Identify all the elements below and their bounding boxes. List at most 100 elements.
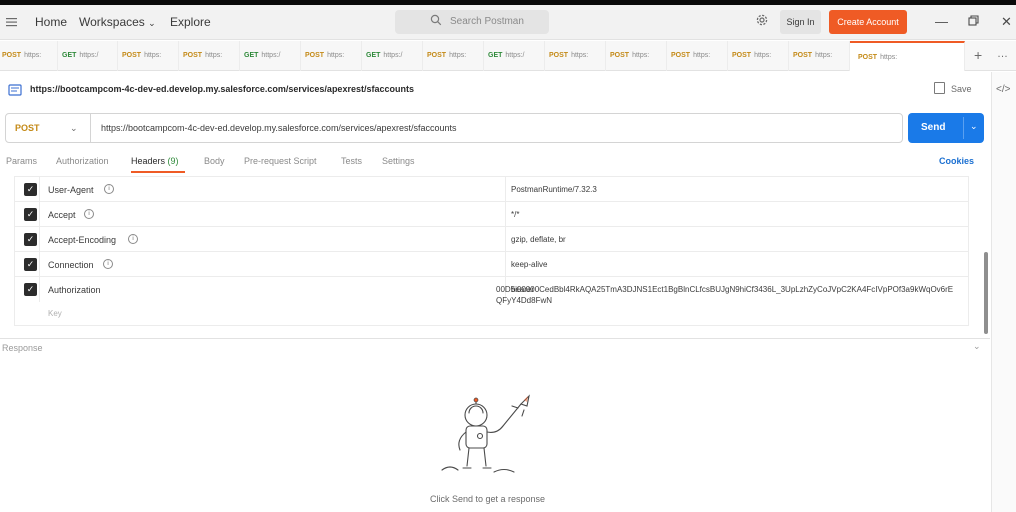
tab-method: POST <box>610 52 630 59</box>
tab-label: https: <box>880 54 898 61</box>
request-tab[interactable]: GET https:/ <box>240 41 301 71</box>
tab-method: GET <box>244 52 259 59</box>
new-key-placeholder[interactable]: Key <box>48 309 62 318</box>
minimize-icon[interactable]: — <box>935 14 948 29</box>
column-divider <box>39 177 40 202</box>
header-value[interactable]: gzip, deflate, br <box>511 235 566 244</box>
header-key[interactable]: User-Agent <box>48 185 94 195</box>
ellipsis-icon[interactable]: … <box>997 48 1008 60</box>
method-select[interactable]: POST ⌄ <box>6 114 91 142</box>
request-tab[interactable]: GET https:/ <box>484 41 545 71</box>
column-divider <box>39 277 40 302</box>
checkbox[interactable]: ✓ <box>24 183 37 196</box>
tab-method: POST <box>305 52 325 59</box>
scrollbar[interactable] <box>984 252 988 334</box>
request-tab[interactable]: POST https: <box>118 41 179 71</box>
method-label: POST <box>15 123 40 133</box>
header-key[interactable]: Accept-Encoding <box>48 235 116 245</box>
send-button[interactable]: Send ⌄ <box>908 113 984 143</box>
header-key[interactable]: Connection <box>48 260 94 270</box>
tab-label: https: <box>205 52 223 59</box>
header-value[interactable]: */* <box>511 210 519 219</box>
tab-method: POST <box>671 52 691 59</box>
tab-pre-request-script[interactable]: Pre-request Script <box>244 156 317 166</box>
request-tab-strip: POST https: GET https:/ POST https: POST htt… <box>0 41 1016 71</box>
hamburger-icon[interactable] <box>6 14 18 30</box>
tab-headers[interactable]: Headers (9) <box>131 156 179 166</box>
tab-headers-label: Headers <box>131 156 166 166</box>
sign-in-button[interactable]: Sign In <box>780 10 821 34</box>
request-tab[interactable]: POST https: <box>545 41 606 71</box>
info-icon[interactable]: i <box>104 184 114 194</box>
cookies-link[interactable]: Cookies <box>939 156 974 166</box>
request-tab[interactable]: POST https: <box>301 41 362 71</box>
request-tab-active[interactable]: POST https: <box>850 41 965 71</box>
checkbox[interactable]: ✓ <box>24 258 37 271</box>
request-tab[interactable]: POST https: <box>667 41 728 71</box>
table-row: ✓ Connection i keep-alive <box>15 252 968 277</box>
checkbox[interactable]: ✓ <box>24 233 37 246</box>
url-input[interactable] <box>101 114 891 142</box>
tab-body[interactable]: Body <box>204 156 225 166</box>
header-value[interactable]: keep-alive <box>511 260 547 269</box>
column-divider <box>39 227 40 252</box>
tab-settings[interactable]: Settings <box>382 156 415 166</box>
bearer-token-value[interactable]: 00D5i00000CedBbl4RkAQA25TmA3DJNS1Ect1BgB… <box>496 284 958 306</box>
tab-label: https: <box>693 52 711 59</box>
url-bar: POST ⌄ <box>5 113 903 143</box>
column-divider <box>505 252 506 277</box>
request-tab[interactable]: POST https: <box>606 41 667 71</box>
tab-tests[interactable]: Tests <box>341 156 362 166</box>
request-tab[interactable]: POST https: <box>423 41 484 71</box>
header-value[interactable]: PostmanRuntime/7.32.3 <box>511 185 597 194</box>
tab-label: https:/ <box>505 52 525 59</box>
tab-params[interactable]: Params <box>6 156 37 166</box>
chevron-down-icon[interactable]: ⌄ <box>970 121 978 132</box>
tab-label: https: <box>144 52 162 59</box>
save-icon[interactable] <box>934 82 945 94</box>
request-tab[interactable]: POST https: <box>179 41 240 71</box>
create-account-button[interactable]: Create Account <box>829 10 907 34</box>
tab-label: https: <box>754 52 772 59</box>
request-tab[interactable]: GET https:/ <box>362 41 423 71</box>
search-placeholder: Search Postman <box>450 16 524 27</box>
plus-icon[interactable]: + <box>974 47 982 63</box>
restore-icon[interactable] <box>968 14 979 29</box>
http-request-icon <box>8 83 22 96</box>
tab-authorization[interactable]: Authorization <box>56 156 109 166</box>
column-divider <box>505 177 506 202</box>
tab-label: https: <box>449 52 467 59</box>
table-row: ✓ User-Agent i PostmanRuntime/7.32.3 <box>15 177 968 202</box>
code-icon[interactable]: </> <box>996 84 1010 95</box>
nav-workspaces[interactable]: Workspaces ⌄ <box>79 15 156 29</box>
tab-label: https:/ <box>261 52 281 59</box>
close-icon[interactable]: ✕ <box>1001 14 1012 30</box>
request-tab[interactable]: GET https:/ <box>58 41 118 71</box>
column-divider <box>39 202 40 227</box>
tab-method: POST <box>183 52 203 59</box>
request-tab[interactable]: POST https: <box>728 41 789 71</box>
header-key[interactable]: Accept <box>48 210 76 220</box>
tab-method: POST <box>732 52 752 59</box>
checkbox[interactable]: ✓ <box>24 208 37 221</box>
chevron-down-icon[interactable]: ⌄ <box>973 341 981 352</box>
table-row: ✓ Accept-Encoding i gzip, deflate, br <box>15 227 968 252</box>
request-tab[interactable]: POST https: <box>0 41 58 71</box>
headers-count-badge: (9) <box>167 156 179 166</box>
response-label: Response <box>2 343 43 353</box>
info-icon[interactable]: i <box>84 209 94 219</box>
request-tab[interactable]: POST https: <box>789 41 850 71</box>
search-bar[interactable]: Search Postman <box>395 10 549 34</box>
tab-label: https: <box>632 52 650 59</box>
save-button[interactable]: Save <box>951 84 972 94</box>
response-divider <box>0 338 990 358</box>
header-key[interactable]: Authorization <box>48 285 101 295</box>
info-icon[interactable]: i <box>103 259 113 269</box>
info-icon[interactable]: i <box>128 234 138 244</box>
nav-explore[interactable]: Explore <box>170 15 211 29</box>
nav-home[interactable]: Home <box>35 15 67 29</box>
request-title[interactable]: https://bootcampcom-4c-dev-ed.develop.my… <box>30 84 414 94</box>
gear-icon[interactable] <box>755 13 769 30</box>
tab-label: https:/ <box>383 52 403 59</box>
checkbox[interactable]: ✓ <box>24 283 37 296</box>
